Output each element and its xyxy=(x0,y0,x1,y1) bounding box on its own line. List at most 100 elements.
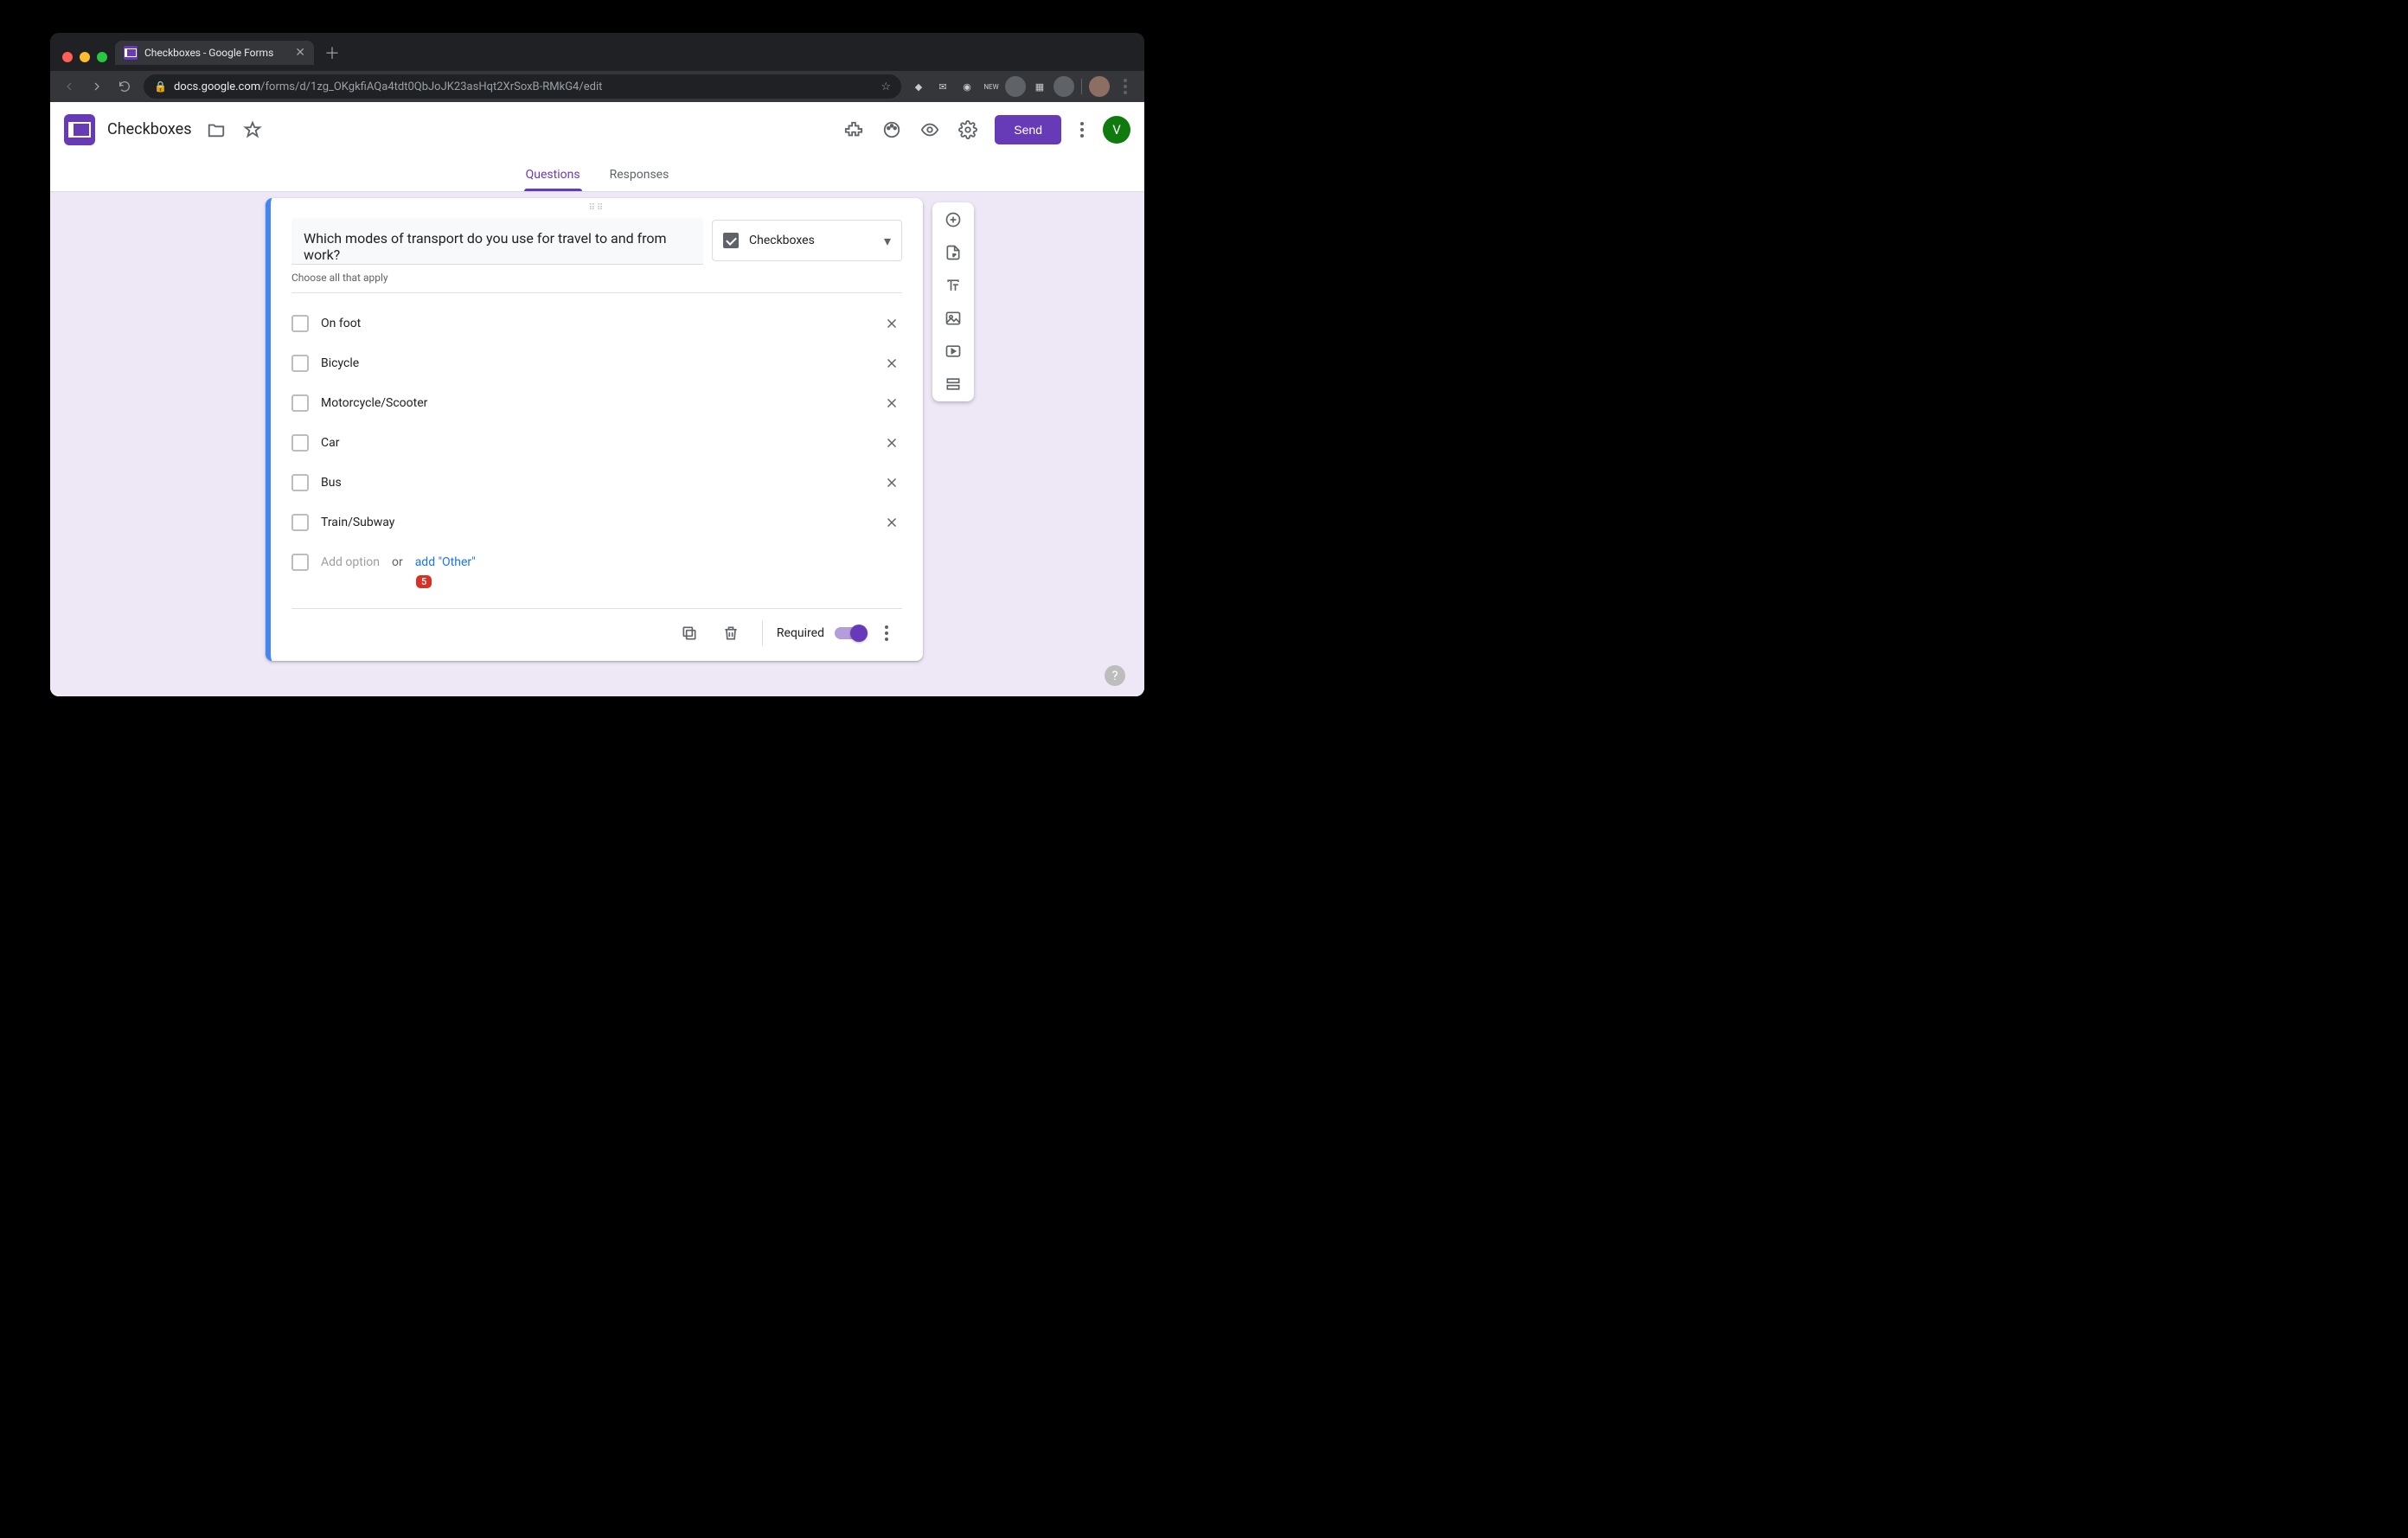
add-image-button[interactable] xyxy=(943,308,964,329)
add-section-button[interactable] xyxy=(943,374,964,394)
tab-questions[interactable]: Questions xyxy=(524,159,582,190)
extension-icon[interactable]: ▦ xyxy=(1029,76,1050,97)
option-row: Bus xyxy=(291,463,902,503)
add-other-button[interactable]: add "Other" xyxy=(415,555,476,569)
checkbox-icon xyxy=(291,434,309,452)
forms-favicon-icon xyxy=(124,46,138,60)
question-type-dropdown[interactable]: Checkboxes ▾ xyxy=(712,220,902,261)
form-title[interactable]: Checkboxes xyxy=(107,120,192,138)
lock-icon: 🔒 xyxy=(154,80,167,93)
forms-header: Checkboxes Send xyxy=(50,102,1144,157)
option-label[interactable]: Car xyxy=(321,436,869,450)
drag-handle-icon[interactable]: ⠿⠿ xyxy=(271,198,923,215)
close-window-button[interactable] xyxy=(62,52,73,62)
option-row: Bicycle xyxy=(291,343,902,383)
checkbox-icon xyxy=(291,554,309,571)
checkbox-icon xyxy=(291,394,309,412)
form-canvas: ⠿⠿ Checkboxes ▾ Choose all that apply On… xyxy=(50,192,1144,696)
remove-option-button[interactable] xyxy=(881,433,902,453)
google-forms-logo-icon[interactable] xyxy=(64,114,95,145)
bookmark-star-icon[interactable]: ☆ xyxy=(881,80,891,93)
add-title-button[interactable] xyxy=(943,275,964,296)
checkbox-type-icon xyxy=(723,233,739,248)
extension-icon[interactable] xyxy=(1054,76,1074,97)
more-menu-button[interactable] xyxy=(1077,119,1087,141)
maximize-window-button[interactable] xyxy=(97,52,107,62)
required-label: Required xyxy=(777,626,824,640)
separator xyxy=(1081,79,1082,94)
import-questions-button[interactable] xyxy=(943,242,964,263)
option-row: Motorcycle/Scooter xyxy=(291,383,902,423)
header-actions: Send V xyxy=(842,115,1130,144)
back-button[interactable] xyxy=(57,74,81,99)
customize-theme-button[interactable] xyxy=(881,119,903,141)
question-footer: Required xyxy=(291,608,902,657)
send-button[interactable]: Send xyxy=(995,115,1061,144)
window-controls xyxy=(62,52,107,62)
remove-option-button[interactable] xyxy=(881,393,902,413)
remove-option-button[interactable] xyxy=(881,472,902,493)
minimize-window-button[interactable] xyxy=(80,52,90,62)
option-row: On foot xyxy=(291,304,902,343)
question-type-label: Checkboxes xyxy=(749,234,874,247)
delete-button[interactable] xyxy=(714,616,748,650)
browser-window: Checkboxes - Google Forms ✕ ＋ 🔒 docs.goo… xyxy=(50,33,1144,696)
addons-button[interactable] xyxy=(842,119,865,141)
browser-tab[interactable]: Checkboxes - Google Forms ✕ xyxy=(115,41,314,65)
remove-option-button[interactable] xyxy=(881,313,902,334)
browser-toolbar: 🔒 docs.google.com/forms/d/1zg_OKgkfiAQa4… xyxy=(50,71,1144,102)
required-toggle[interactable] xyxy=(835,627,866,639)
checkbox-icon xyxy=(291,474,309,491)
extension-icon[interactable]: ◉ xyxy=(957,76,977,97)
extension-icon[interactable]: ✉ xyxy=(932,76,953,97)
add-option-row: Add option or add "Other" 5 xyxy=(271,542,923,582)
option-label[interactable]: Bus xyxy=(321,476,869,490)
url-domain: docs.google.com xyxy=(174,80,260,93)
address-bar[interactable]: 🔒 docs.google.com/forms/d/1zg_OKgkfiAQa4… xyxy=(144,74,901,99)
dropdown-arrow-icon: ▾ xyxy=(884,233,891,249)
page-viewport: Checkboxes Send xyxy=(50,102,1144,696)
checkbox-icon xyxy=(291,355,309,372)
star-button[interactable] xyxy=(242,119,263,140)
options-list: On foot Bicycle Motorcycle/Scooter xyxy=(271,293,923,542)
duplicate-button[interactable] xyxy=(672,616,707,650)
add-question-button[interactable] xyxy=(943,209,964,230)
add-video-button[interactable] xyxy=(943,341,964,362)
close-tab-button[interactable]: ✕ xyxy=(295,46,305,60)
question-description[interactable]: Choose all that apply xyxy=(271,265,923,292)
tab-title: Checkboxes - Google Forms xyxy=(144,47,273,59)
tab-responses[interactable]: Responses xyxy=(608,159,671,190)
tab-strip: Checkboxes - Google Forms ✕ ＋ xyxy=(115,39,1136,67)
option-row: Car xyxy=(291,423,902,463)
option-label[interactable]: Train/Subway xyxy=(321,516,869,529)
url-path: /forms/d/1zg_OKgkfiAQa4tdt0QbJoJK23asHqt… xyxy=(260,80,602,93)
extension-icon[interactable]: NEW xyxy=(981,76,1002,97)
account-avatar[interactable]: V xyxy=(1103,116,1130,144)
preview-button[interactable] xyxy=(919,119,941,141)
help-button[interactable]: ? xyxy=(1105,665,1125,686)
notification-badge: 5 xyxy=(416,575,432,588)
extension-icon[interactable] xyxy=(1005,76,1026,97)
option-label[interactable]: Motorcycle/Scooter xyxy=(321,396,869,410)
question-title-input[interactable] xyxy=(291,218,703,265)
browser-menu-button[interactable] xyxy=(1113,74,1137,99)
divider xyxy=(762,620,763,646)
settings-button[interactable] xyxy=(957,119,979,141)
profile-avatar[interactable] xyxy=(1089,76,1110,97)
remove-option-button[interactable] xyxy=(881,353,902,374)
move-to-folder-button[interactable] xyxy=(206,119,227,140)
forward-button[interactable] xyxy=(85,74,109,99)
reload-button[interactable] xyxy=(112,74,137,99)
checkbox-icon xyxy=(291,514,309,531)
option-label[interactable]: Bicycle xyxy=(321,356,869,370)
option-row: Train/Subway xyxy=(291,503,902,542)
question-card[interactable]: ⠿⠿ Checkboxes ▾ Choose all that apply On… xyxy=(266,198,923,661)
checkbox-icon xyxy=(291,315,309,332)
option-label[interactable]: On foot xyxy=(321,317,869,330)
add-option-input[interactable]: Add option xyxy=(321,555,380,569)
question-more-menu[interactable] xyxy=(881,622,892,644)
extension-icon[interactable]: ◆ xyxy=(908,76,929,97)
remove-option-button[interactable] xyxy=(881,512,902,533)
side-toolbar xyxy=(932,202,974,401)
new-tab-button[interactable]: ＋ xyxy=(324,42,340,64)
